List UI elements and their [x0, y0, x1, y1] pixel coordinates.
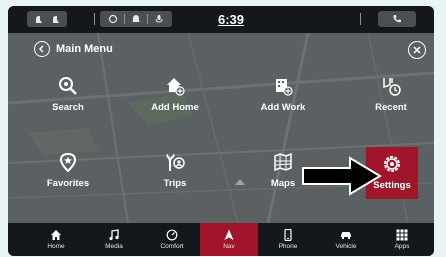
- menu-item-label: Add Work: [260, 102, 306, 113]
- quick-controls[interactable]: [100, 11, 172, 27]
- nav-comfort[interactable]: Comfort: [144, 223, 200, 256]
- nav-phone[interactable]: Phone: [260, 223, 316, 256]
- menu-item-favorites[interactable]: Favorites: [33, 145, 103, 197]
- status-bar: 6:39: [8, 6, 434, 33]
- gear-icon: [384, 156, 400, 172]
- music-note-icon: [109, 229, 119, 241]
- notification-icon: [132, 15, 140, 22]
- navigation-arrow-icon: [224, 229, 234, 240]
- menu-item-add-work[interactable]: Add Work: [248, 69, 318, 121]
- close-button[interactable]: [408, 41, 426, 59]
- microphone-icon: [155, 15, 163, 23]
- nav-label: Vehicle: [335, 243, 357, 250]
- infotainment-screen: 6:39 Main Menu Search Add Home Add Work …: [8, 6, 434, 256]
- nav-vehicle[interactable]: Vehicle: [318, 223, 374, 256]
- menu-item-label: Maps: [270, 178, 296, 189]
- heated-wheel-icon: [108, 14, 118, 24]
- pointer-arrow: [302, 156, 382, 196]
- search-icon: [59, 77, 77, 95]
- close-icon: [413, 46, 421, 54]
- menu-item-search[interactable]: Search: [33, 69, 103, 121]
- clock: 6:39: [218, 12, 245, 27]
- phone-icon: [284, 229, 292, 241]
- nav-label: Media: [105, 243, 123, 250]
- add-work-icon: [276, 79, 293, 96]
- nav-label: Nav: [223, 243, 235, 250]
- recent-icon: [383, 78, 401, 96]
- menu-item-label: Add Home: [151, 102, 199, 113]
- seat-controls[interactable]: [27, 11, 67, 27]
- grid-icon: [396, 229, 408, 241]
- menu-item-label: Recent: [375, 102, 407, 113]
- menu-item-add-home[interactable]: Add Home: [140, 69, 210, 121]
- car-icon: [341, 232, 351, 239]
- back-button[interactable]: [34, 41, 50, 57]
- nav-label: Phone: [278, 243, 298, 250]
- phone-icon: [393, 15, 401, 23]
- menu-item-label: Search: [52, 102, 84, 113]
- status-divider: [94, 13, 95, 25]
- page-title: Main Menu: [56, 43, 113, 55]
- favorites-icon: [59, 152, 77, 173]
- bottom-nav: Home Media Comfort Nav Phone Vehicle App…: [8, 223, 434, 256]
- chevron-up-icon[interactable]: [234, 178, 246, 186]
- gauge-icon: [166, 229, 178, 241]
- menu-item-label: Trips: [163, 178, 187, 189]
- nav-label: Home: [47, 243, 65, 250]
- maps-icon: [274, 152, 292, 172]
- menu-header: Main Menu: [8, 33, 434, 65]
- add-home-icon: [167, 78, 185, 96]
- chevron-left-icon: [38, 45, 44, 53]
- nav-label: Apps: [394, 243, 410, 250]
- nav-label: Comfort: [160, 243, 184, 250]
- seat-heat-icon: [36, 16, 42, 23]
- nav-nav[interactable]: Nav: [200, 223, 258, 256]
- phone-status[interactable]: [378, 11, 416, 27]
- home-icon: [51, 230, 61, 240]
- nav-media[interactable]: Media: [86, 223, 142, 256]
- menu-item-trips[interactable]: Trips: [140, 145, 210, 197]
- status-divider: [360, 13, 361, 25]
- menu-item-label: Favorites: [46, 178, 90, 189]
- seat-vent-icon: [53, 16, 59, 23]
- nav-home[interactable]: Home: [28, 223, 84, 256]
- trips-icon: [166, 154, 185, 171]
- nav-apps[interactable]: Apps: [374, 223, 430, 256]
- menu-item-recent[interactable]: Recent: [356, 69, 426, 121]
- main-menu-panel: Main Menu Search Add Home Add Work Recen…: [8, 33, 434, 223]
